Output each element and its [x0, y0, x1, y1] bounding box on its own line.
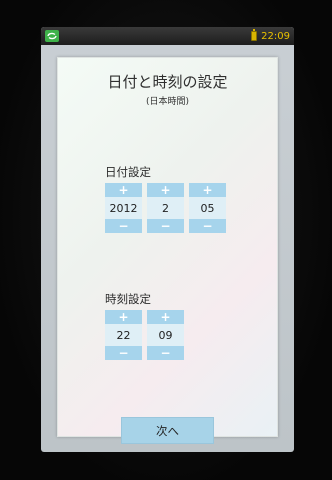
- battery-icon: [251, 29, 258, 41]
- date-time-settings-dialog: 日付と時刻の設定 (日本時間) 日付設定 + 2012 − + 2 − + 05…: [57, 57, 278, 444]
- month-spinner: + 2 −: [147, 183, 184, 233]
- hour-decrement-button[interactable]: −: [105, 346, 142, 360]
- minute-spinner: + 09 −: [147, 310, 184, 360]
- hour-spinner: + 22 −: [105, 310, 142, 360]
- minute-increment-button[interactable]: +: [147, 310, 184, 324]
- day-decrement-button[interactable]: −: [189, 219, 226, 233]
- year-value[interactable]: 2012: [105, 197, 142, 219]
- sync-icon: [45, 30, 59, 42]
- dialog-subtitle: (日本時間): [145, 97, 190, 107]
- month-decrement-button[interactable]: −: [147, 219, 184, 233]
- minute-value[interactable]: 09: [147, 324, 184, 346]
- minute-decrement-button[interactable]: −: [147, 346, 184, 360]
- month-increment-button[interactable]: +: [147, 183, 184, 197]
- status-clock: 22:09: [261, 30, 290, 42]
- device-frame: 22:09 日付と時刻の設定 (日本時間) 日付設定 + 2012 − + 2 …: [0, 0, 332, 480]
- year-increment-button[interactable]: +: [105, 183, 142, 197]
- day-value[interactable]: 05: [189, 197, 226, 219]
- day-spinner: + 05 −: [189, 183, 226, 233]
- next-button[interactable]: 次へ: [121, 417, 214, 444]
- year-decrement-button[interactable]: −: [105, 219, 142, 233]
- year-spinner: + 2012 −: [105, 183, 142, 233]
- status-bar: 22:09: [41, 27, 294, 45]
- hour-value[interactable]: 22: [105, 324, 142, 346]
- screen: 22:09 日付と時刻の設定 (日本時間) 日付設定 + 2012 − + 2 …: [41, 27, 294, 452]
- time-setting-label: 時刻設定: [105, 292, 151, 306]
- hour-increment-button[interactable]: +: [105, 310, 142, 324]
- month-value[interactable]: 2: [147, 197, 184, 219]
- dialog-title: 日付と時刻の設定: [107, 73, 228, 91]
- date-setting-label: 日付設定: [105, 165, 151, 179]
- day-increment-button[interactable]: +: [189, 183, 226, 197]
